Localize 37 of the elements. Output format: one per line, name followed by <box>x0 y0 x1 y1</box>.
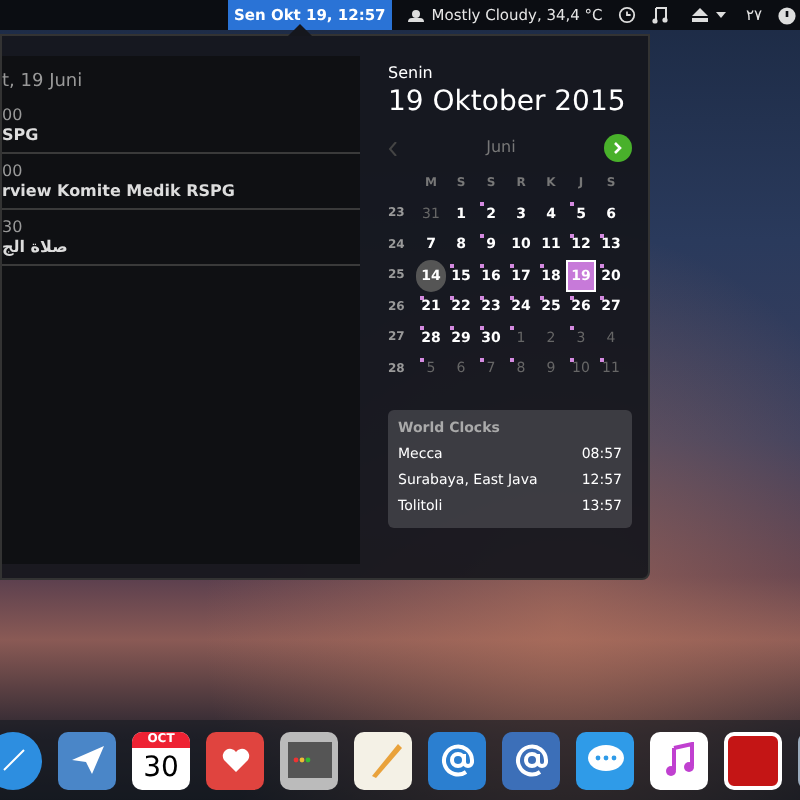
event-title: rview Komite Medik RSPG <box>2 181 237 201</box>
event-title: SPG <box>2 125 41 145</box>
music-note-icon[interactable] <box>651 6 668 24</box>
event-time: 00 <box>2 161 25 181</box>
eject-icon[interactable] <box>691 8 708 22</box>
caret-icon[interactable] <box>715 12 726 18</box>
event-title: صلاة الج <box>2 237 70 257</box>
window-app-icon[interactable] <box>280 731 338 789</box>
chat-app-icon[interactable] <box>576 731 634 789</box>
compass-app-icon[interactable] <box>0 731 42 789</box>
mail-app-icon[interactable] <box>502 731 560 789</box>
at-sign-icon <box>439 742 475 778</box>
browser-window-icon <box>287 742 331 778</box>
paper-plane-icon <box>69 744 105 776</box>
event-row[interactable]: 00 rview Komite Medik RSPG <box>2 154 360 210</box>
chevron-right-icon <box>614 142 622 154</box>
events-header: t, 19 Juni <box>2 70 85 96</box>
weekday-label: Senin <box>388 64 435 84</box>
event-time: 00 <box>2 105 25 125</box>
heart-app-icon[interactable] <box>206 731 264 789</box>
notepad-app-icon[interactable] <box>354 731 412 789</box>
app-icon[interactable] <box>724 731 782 789</box>
music-app-icon[interactable] <box>650 731 708 789</box>
event-row[interactable]: 00 SPG <box>2 98 360 154</box>
chat-bubble-icon <box>585 744 625 776</box>
at-sign-icon <box>513 742 549 778</box>
heart-icon <box>221 748 249 772</box>
month-label: Juni <box>483 136 518 160</box>
next-month-button[interactable] <box>604 134 632 162</box>
event-time: 30 <box>2 217 25 237</box>
clock-icon[interactable] <box>617 6 636 24</box>
paper-plane-app-icon[interactable] <box>58 731 116 789</box>
calendar-day-text: 30 <box>141 749 181 787</box>
power-icon[interactable] <box>778 5 796 25</box>
date-title: 19 Oktober 2015 <box>388 84 628 120</box>
mail-app-icon[interactable] <box>428 731 486 789</box>
music-note-icon <box>663 742 695 778</box>
